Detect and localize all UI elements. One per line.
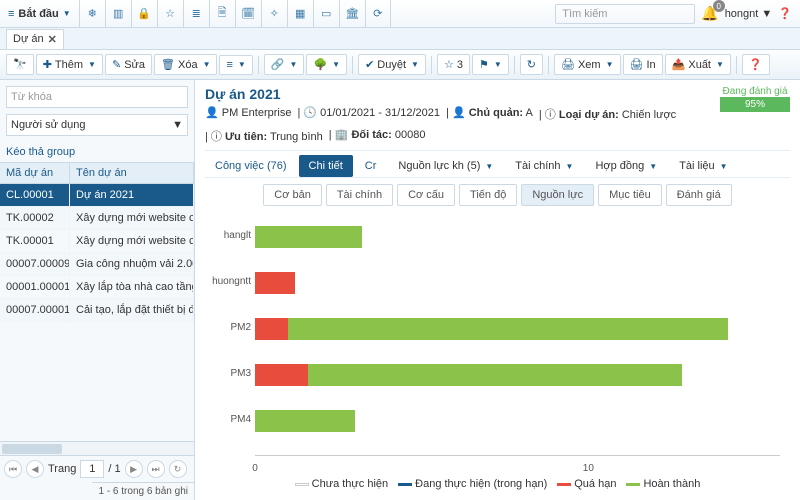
gear-icon[interactable]: ✧ [261, 0, 287, 27]
table-row[interactable]: TK.00001Xây dựng mới website cho TCT [0, 230, 194, 253]
bank-icon[interactable]: 🏛 [339, 0, 365, 27]
chevron-down-icon: ▼ [63, 9, 71, 18]
table-row[interactable]: 00007.00009Gia công nhuộm vải 2.000m C20… [0, 253, 194, 276]
start-menu[interactable]: ≡ Bắt đầu ▼ [0, 0, 79, 27]
pill-coban[interactable]: Cơ bản [263, 184, 322, 206]
grid-header: Mã dự án Tên dự án [0, 163, 194, 184]
top-nav: ≡ Bắt đầu ▼ ❄ ▥ 🔒 ☆ ≣ 🗎 🗓 ✧ ▦ ▭ 🏛 ⟳ Tìm … [0, 0, 800, 28]
refresh-icon[interactable]: ⟳ [365, 0, 391, 27]
grid-icon[interactable]: ▦ [287, 0, 313, 27]
progress-badge: Đang đánh giá 95% [720, 86, 790, 112]
add-button[interactable]: ✚ Thêm▼ [36, 54, 103, 75]
help-button[interactable]: ❓ [742, 54, 770, 75]
notif-badge: 0 [713, 0, 725, 12]
approve-button[interactable]: ✔ Duyệt▼ [358, 54, 426, 75]
tree-button[interactable]: 🌳▼ [306, 54, 347, 75]
project-meta: 👤 PM Enterprise | 🕓 01/01/2021 - 31/12/2… [205, 106, 790, 151]
reload-button[interactable]: ↻ [520, 54, 543, 75]
more-button[interactable]: ≡▼ [219, 55, 252, 75]
pill-muctieu[interactable]: Mục tiêu [598, 184, 662, 206]
tab-chitiet[interactable]: Chi tiết [299, 155, 353, 177]
search-input[interactable]: Tìm kiếm [555, 4, 695, 24]
view-button[interactable]: 🖨 Xem▼ [554, 54, 621, 75]
chart-legend: Chưa thực hiện Đang thực hiện (trong hạn… [205, 478, 790, 490]
edit-button[interactable]: ✎ Sửa [105, 54, 152, 75]
tab-congviec[interactable]: Công việc (76) [205, 155, 297, 177]
print-button[interactable]: 🖨 In [623, 54, 663, 75]
nav-icon-bar: ❄ ▥ 🔒 ☆ ≣ 🗎 🗓 ✧ ▦ ▭ 🏛 ⟳ [79, 0, 391, 27]
prev-page-button[interactable]: ◀ [26, 460, 44, 478]
project-title: Dự án 2021 [205, 86, 790, 102]
lock-icon[interactable]: 🔒 [131, 0, 157, 27]
dashboard-icon[interactable]: ❄ [79, 0, 105, 27]
chart-icon[interactable]: ▥ [105, 0, 131, 27]
detail-subtabs: Công việc (76) Chi tiết Cr Nguồn lực kh … [205, 155, 790, 178]
pager: ⏮ ◀ Trang / 1 ▶ ⏭ ↻ [0, 455, 194, 482]
table-row[interactable]: TK.00002Xây dựng mới website cho TCT [0, 207, 194, 230]
tab-hopdong[interactable]: Hợp đồng▼ [585, 155, 667, 177]
table-row[interactable]: CL.00001Dự án 2021 [0, 184, 194, 207]
left-panel: Từ khóa Người sử dụng▼ Kéo thả group Mã … [0, 80, 195, 500]
tab-project[interactable]: Dự án ✕ [6, 29, 64, 49]
star-button[interactable]: ☆ 3 [437, 54, 470, 75]
doc-icon[interactable]: 🗎 [209, 0, 235, 27]
first-page-button[interactable]: ⏮ [4, 460, 22, 478]
h-scrollbar[interactable] [0, 441, 194, 455]
last-page-button[interactable]: ⏭ [147, 460, 165, 478]
pill-tiendo[interactable]: Tiến độ [459, 184, 517, 206]
toolbar: 🔭 ✚ Thêm▼ ✎ Sửa 🗑 Xóa▼ ≡▼ 🔗▼ 🌳▼ ✔ Duyệt▼… [0, 50, 800, 80]
pill-danhgia[interactable]: Đánh giá [666, 184, 732, 206]
calendar-icon[interactable]: 🗓 [235, 0, 261, 27]
tab-cr[interactable]: Cr [355, 155, 387, 177]
flag-button[interactable]: ⚑▼ [472, 54, 509, 75]
resource-chart: hanglthuongnttPM2PM3PM4010 [255, 214, 780, 474]
help-icon[interactable]: ❓ [778, 7, 792, 20]
close-icon[interactable]: ✕ [48, 33, 57, 46]
pager-info: 1 - 6 trong 6 bản ghi [92, 482, 194, 500]
user-select[interactable]: Người sử dụng▼ [6, 114, 188, 136]
delete-button[interactable]: 🗑 Xóa▼ [154, 54, 217, 75]
star-icon[interactable]: ☆ [157, 0, 183, 27]
notifications-button[interactable]: 🔔0 [701, 5, 718, 22]
page-input[interactable] [80, 460, 104, 478]
link-button[interactable]: 🔗▼ [264, 54, 305, 75]
document-tabs: Dự án ✕ [0, 28, 800, 50]
tab-taichinh[interactable]: Tài chính▼ [505, 155, 583, 177]
group-drop-area[interactable]: Kéo thả group [0, 142, 194, 163]
pill-cocau[interactable]: Cơ cấu [397, 184, 455, 206]
tab-tailieu[interactable]: Tài liệu▼ [669, 155, 737, 177]
pill-nguonluc[interactable]: Nguồn lực [521, 184, 594, 206]
table-row[interactable]: 00007.00001Cải tạo, lắp đặt thiết bị điệ… [0, 299, 194, 322]
detail-pills: Cơ bản Tài chính Cơ cấu Tiến độ Nguồn lự… [205, 184, 790, 206]
col-code[interactable]: Mã dự án [0, 163, 70, 183]
tab-nguonluc[interactable]: Nguồn lực kh (5)▼ [388, 155, 503, 177]
table-row[interactable]: 00001.00001Xây lắp tòa nhà cao tầng quận… [0, 276, 194, 299]
detail-panel: Đang đánh giá 95% Dự án 2021 👤 PM Enterp… [195, 80, 800, 500]
next-page-button[interactable]: ▶ [125, 460, 143, 478]
card-icon[interactable]: ▭ [313, 0, 339, 27]
binoculars-button[interactable]: 🔭 [6, 54, 34, 75]
user-menu[interactable]: hongnt ▼ [725, 8, 773, 20]
list-icon[interactable]: ≣ [183, 0, 209, 27]
pill-taichinh[interactable]: Tài chính [326, 184, 393, 206]
refresh-page-button[interactable]: ↻ [169, 460, 187, 478]
keyword-input[interactable]: Từ khóa [6, 86, 188, 108]
export-button[interactable]: 📤 Xuất▼ [665, 54, 731, 75]
col-name[interactable]: Tên dự án [70, 163, 194, 183]
grid-body: CL.00001Dự án 2021TK.00002Xây dựng mới w… [0, 184, 194, 441]
